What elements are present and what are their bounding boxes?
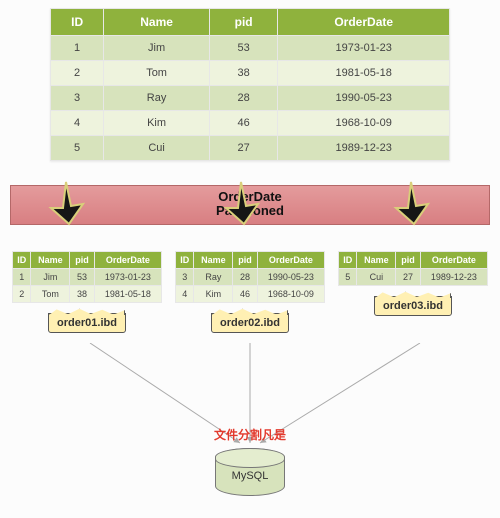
table-row: 5Cui271989-12-23 bbox=[51, 136, 450, 161]
table-row: 5Cui271989-12-23 bbox=[339, 269, 488, 286]
partition-table: ID Name pid OrderDate 5Cui271989-12-23 bbox=[338, 251, 488, 286]
arrow-down-icon bbox=[51, 182, 83, 224]
arrow-down-icon bbox=[226, 182, 258, 224]
database-icon: MySQL bbox=[215, 448, 285, 496]
table-row: 4Kim461968-10-09 bbox=[176, 286, 325, 303]
source-table: ID Name pid OrderDate 1Jim531973-01-23 2… bbox=[50, 8, 450, 161]
file-tag: order01.ibd bbox=[48, 313, 126, 333]
partition-bar: OrderDate Partitioned bbox=[10, 185, 490, 225]
partition-table: ID Name pid OrderDate 1Jim531973-01-23 2… bbox=[12, 251, 162, 303]
table-row: 1Jim531973-01-23 bbox=[51, 36, 450, 61]
table-row: 4Kim461968-10-09 bbox=[51, 111, 450, 136]
table-row: 2Tom381981-05-18 bbox=[51, 61, 450, 86]
file-tag: order03.ibd bbox=[374, 296, 452, 316]
col-name: Name bbox=[104, 9, 210, 36]
col-pid: pid bbox=[209, 9, 277, 36]
partition-2: ID Name pid OrderDate 3Ray281990-05-23 4… bbox=[175, 251, 325, 333]
table-row: 2Tom381981-05-18 bbox=[13, 286, 162, 303]
arrow-icons bbox=[11, 186, 489, 246]
partition-1: ID Name pid OrderDate 1Jim531973-01-23 2… bbox=[12, 251, 162, 333]
partition-table: ID Name pid OrderDate 3Ray281990-05-23 4… bbox=[175, 251, 325, 303]
database-label: MySQL bbox=[215, 470, 285, 482]
table-row: 3Ray281990-05-23 bbox=[176, 269, 325, 286]
col-orderdate: OrderDate bbox=[278, 9, 450, 36]
table-row: 1Jim531973-01-23 bbox=[13, 269, 162, 286]
arrow-down-icon bbox=[396, 182, 428, 224]
split-label: 文件分割凡是 bbox=[0, 426, 500, 443]
col-id: ID bbox=[51, 9, 104, 36]
table-row: 3Ray281990-05-23 bbox=[51, 86, 450, 111]
file-tag: order02.ibd bbox=[211, 313, 289, 333]
partition-3: ID Name pid OrderDate 5Cui271989-12-23 o… bbox=[338, 251, 488, 333]
